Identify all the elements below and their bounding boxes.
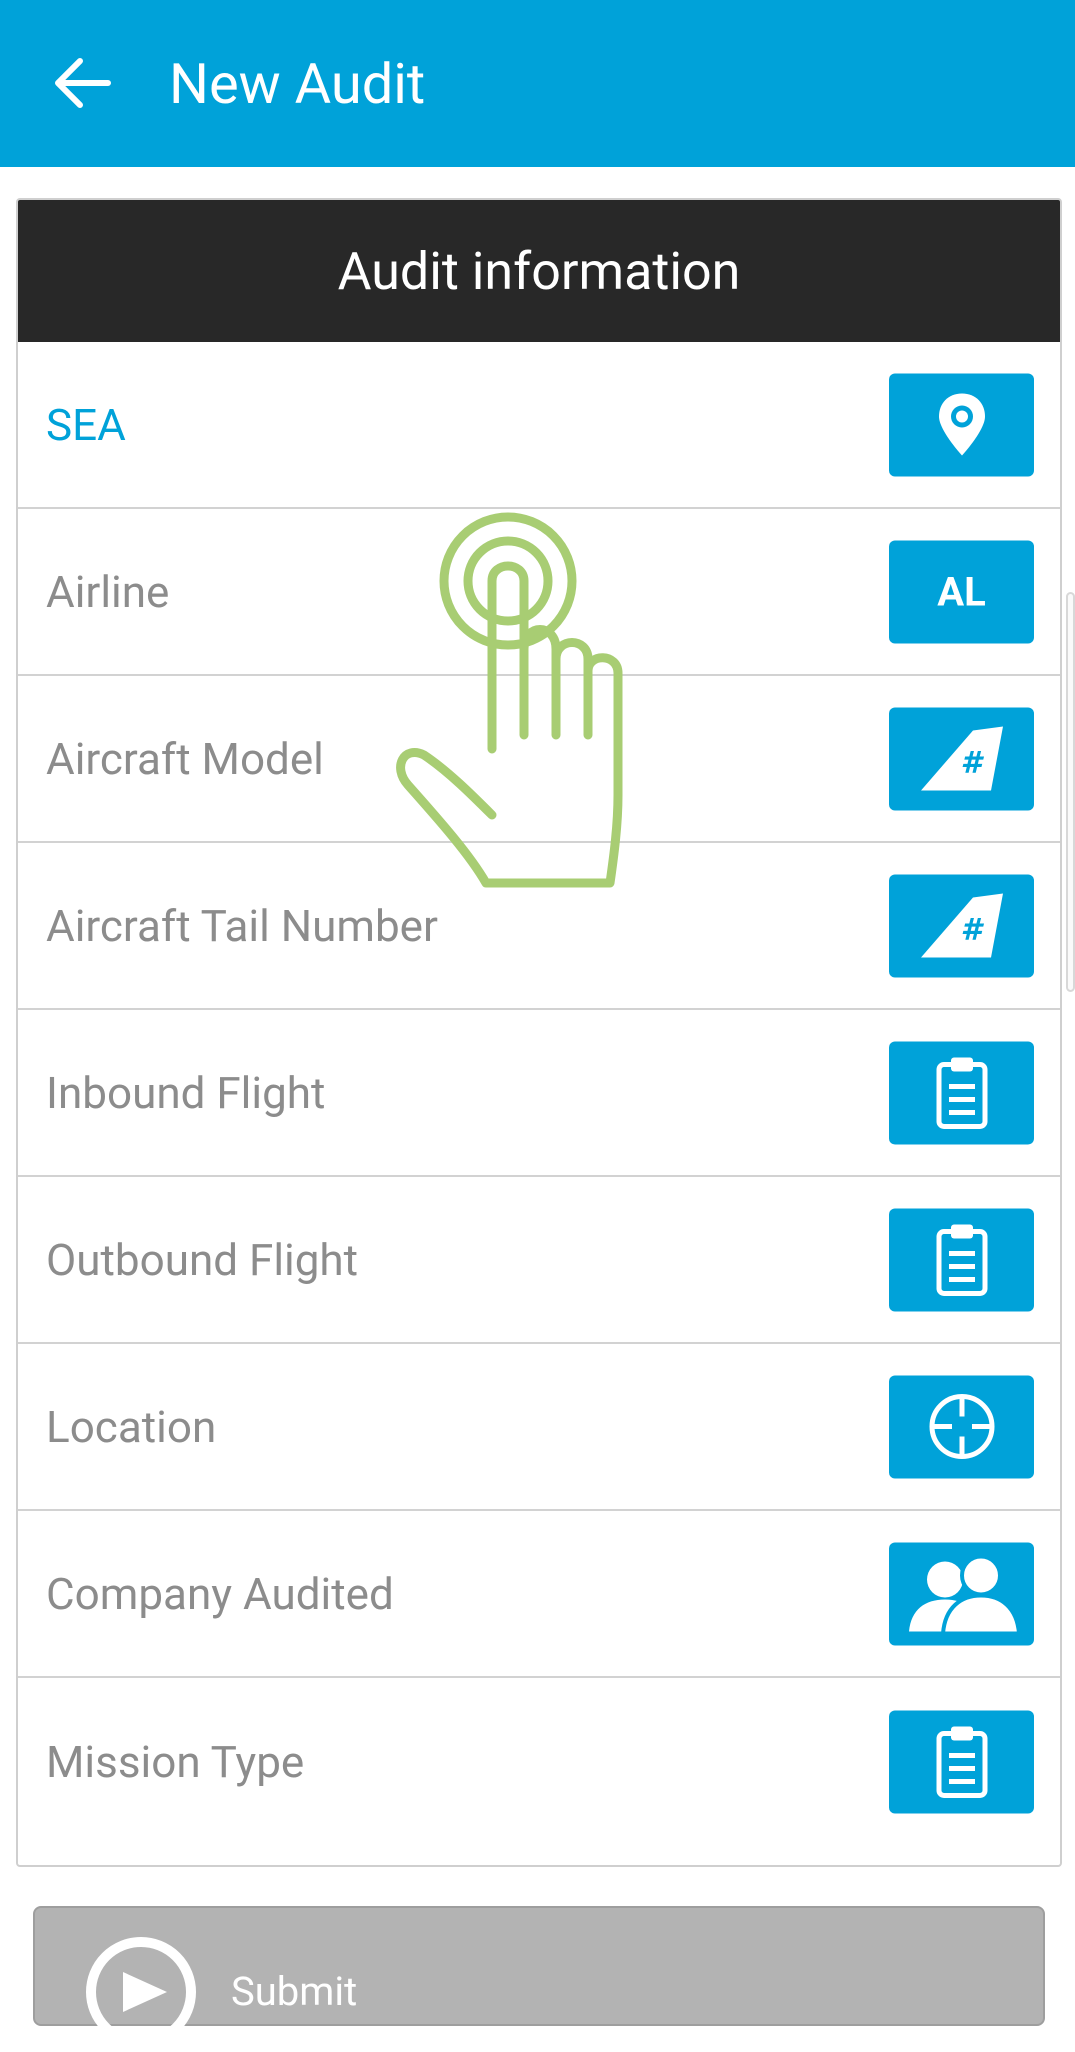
app-bar: New Audit bbox=[0, 0, 1075, 167]
submit-label: Submit bbox=[231, 1968, 358, 2015]
row-label: Outbound Flight bbox=[46, 1233, 359, 1286]
row-station[interactable]: SEA bbox=[18, 342, 1060, 509]
row-label: Mission Type bbox=[46, 1735, 305, 1788]
row-inbound-flight[interactable]: Inbound Flight bbox=[18, 1010, 1060, 1177]
row-label: Company Audited bbox=[46, 1567, 394, 1620]
airline-al-icon: AL bbox=[937, 568, 986, 615]
aircraft-model-button[interactable]: # bbox=[889, 707, 1034, 810]
back-arrow-icon[interactable] bbox=[52, 52, 114, 114]
row-outbound-flight[interactable]: Outbound Flight bbox=[18, 1177, 1060, 1344]
inbound-flight-button[interactable] bbox=[889, 1041, 1034, 1144]
send-icon bbox=[86, 1937, 196, 2047]
mission-type-button[interactable] bbox=[889, 1710, 1034, 1813]
crosshair-icon bbox=[929, 1394, 994, 1459]
row-label: Aircraft Tail Number bbox=[46, 899, 438, 952]
row-label: Inbound Flight bbox=[46, 1066, 326, 1119]
scrollbar[interactable] bbox=[1066, 592, 1075, 992]
airline-button[interactable]: AL bbox=[889, 540, 1034, 643]
row-location[interactable]: Location bbox=[18, 1344, 1060, 1511]
svg-text:#: # bbox=[960, 913, 984, 948]
audit-info-card: Audit information SEA Airline AL Aircraf… bbox=[16, 198, 1062, 1867]
company-audited-button[interactable] bbox=[889, 1542, 1034, 1645]
page-title: New Audit bbox=[169, 51, 426, 117]
row-label: Airline bbox=[46, 565, 170, 618]
station-button[interactable] bbox=[889, 373, 1034, 476]
aircraft-tail-icon: # bbox=[920, 726, 1003, 791]
card-header: Audit information bbox=[18, 200, 1060, 342]
row-label: Location bbox=[46, 1400, 217, 1453]
clipboard-icon bbox=[936, 1224, 987, 1296]
location-button[interactable] bbox=[889, 1375, 1034, 1478]
aircraft-tail-icon: # bbox=[920, 893, 1003, 958]
row-airline[interactable]: Airline AL bbox=[18, 509, 1060, 676]
row-aircraft-tail-number[interactable]: Aircraft Tail Number # bbox=[18, 843, 1060, 1010]
clipboard-icon bbox=[936, 1726, 987, 1798]
submit-button[interactable]: Submit bbox=[33, 1906, 1045, 2047]
users-icon bbox=[908, 1554, 1021, 1634]
row-company-audited[interactable]: Company Audited bbox=[18, 1511, 1060, 1678]
row-aircraft-model[interactable]: Aircraft Model # bbox=[18, 676, 1060, 843]
map-pin-icon bbox=[938, 393, 985, 456]
svg-text:#: # bbox=[960, 746, 984, 781]
row-mission-type[interactable]: Mission Type bbox=[18, 1678, 1060, 1845]
row-label: SEA bbox=[46, 398, 126, 451]
outbound-flight-button[interactable] bbox=[889, 1208, 1034, 1311]
row-label: Aircraft Model bbox=[46, 732, 324, 785]
aircraft-tail-button[interactable]: # bbox=[889, 874, 1034, 977]
clipboard-icon bbox=[936, 1057, 987, 1129]
